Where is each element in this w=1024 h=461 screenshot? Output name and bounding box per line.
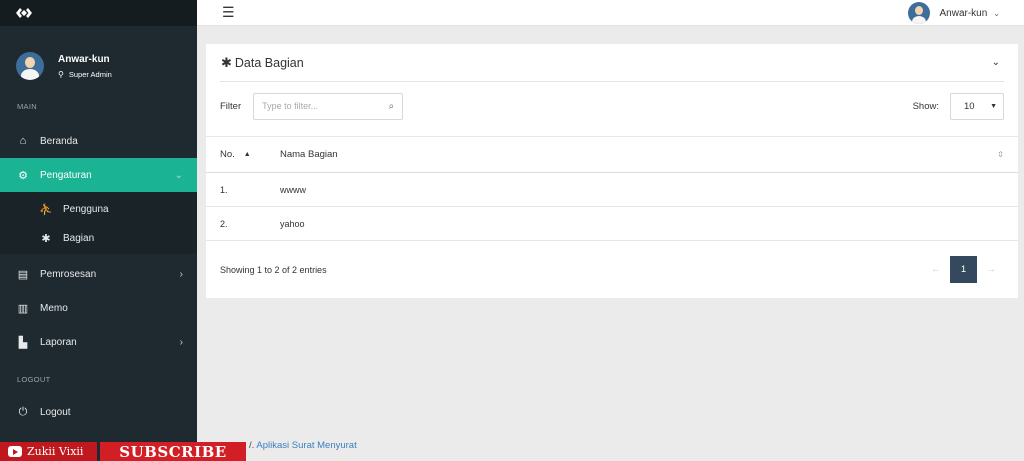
pagination-prev-icon[interactable]: ←: [931, 264, 941, 275]
table-row[interactable]: 2. yahoo: [206, 207, 1018, 241]
chevron-down-icon[interactable]: ⌄: [992, 57, 1000, 68]
sidebar-item-bagian[interactable]: ✱ Bagian: [0, 223, 197, 254]
cell-no: 2.: [220, 218, 228, 229]
sidebar-user-role: ⚲ Super Admin: [58, 70, 112, 79]
home-icon: ⌂: [19, 135, 27, 147]
cell-nama-bagian: yahoo: [280, 218, 305, 229]
play-icon: [8, 446, 22, 457]
channel-name: Zukii Vixii: [27, 445, 84, 458]
sidebar-item-label: Logout: [40, 406, 71, 418]
page-size-value: 10: [964, 100, 975, 112]
column-label: No.: [220, 149, 235, 160]
sidebar-item-label: Bagian: [63, 233, 95, 244]
column-header-no[interactable]: No. ▲: [220, 149, 280, 160]
chevron-down-icon: ⌄: [174, 169, 183, 181]
chevron-right-icon: ›: [179, 268, 183, 280]
page-title: Data Bagian: [234, 55, 304, 70]
map-pin-icon: ⚲: [58, 69, 64, 79]
column-header-nama-bagian[interactable]: Nama Bagian: [280, 149, 997, 160]
footer-app-link[interactable]: Aplikasi Surat Menyurat: [256, 440, 356, 451]
sitemap-icon: ✱: [221, 54, 232, 70]
sitemap-icon: ✱: [41, 233, 51, 245]
sidebar-item-memo[interactable]: ▥ Memo: [0, 291, 197, 325]
show-label: Show:: [912, 100, 939, 112]
subscribe-button[interactable]: SUBSCRIBE: [100, 442, 246, 461]
sidebar-item-pengaturan[interactable]: ⚙ Pengaturan ⌄: [0, 158, 197, 192]
caret-down-icon: ▼: [990, 102, 997, 110]
avatar: [908, 2, 931, 24]
entries-info: Showing 1 to 2 of 2 entries: [220, 264, 327, 275]
sidebar: Anwar-kun ⚲ Super Admin MAIN ⌂ Beranda ⚙…: [0, 0, 197, 461]
sidebar-item-label: Pengguna: [63, 204, 109, 215]
print-icon: ▙: [18, 336, 28, 349]
sidebar-user-card: Anwar-kun ⚲ Super Admin: [0, 26, 197, 90]
logo-icon: [16, 8, 32, 18]
hamburger-icon[interactable]: ☰: [222, 4, 235, 21]
footer-prefix: /.: [249, 440, 255, 451]
filter-field[interactable]: ⌕: [253, 92, 404, 120]
page-size-select[interactable]: 10 ▼: [950, 92, 1004, 120]
pagination-next-icon[interactable]: →: [986, 264, 996, 275]
column-label: Nama Bagian: [280, 149, 338, 160]
topbar: ☰ Anwar-kun ⌄: [197, 0, 1024, 26]
document-icon: ▥: [17, 302, 29, 315]
sort-icon[interactable]: ⇳: [997, 150, 1004, 159]
section-logout-label: LOGOUT: [17, 375, 51, 384]
sidebar-item-pemrosesan[interactable]: ▤ Pemrosesan ›: [0, 257, 197, 291]
power-icon: ⏻: [18, 405, 28, 418]
pagination-page-button[interactable]: 1: [950, 256, 977, 283]
chevron-right-icon: ›: [179, 336, 183, 348]
sort-asc-icon: ▲: [243, 151, 251, 158]
sidebar-item-label: Laporan: [40, 336, 77, 348]
sidebar-item-beranda[interactable]: ⌂ Beranda: [0, 124, 197, 158]
filter-input[interactable]: [262, 101, 389, 111]
table-header: No. ▲ Nama Bagian ⇳: [206, 137, 1018, 173]
user-menu-name: Anwar-kun: [939, 7, 988, 19]
sidebar-item-label: Pemrosesan: [40, 268, 97, 280]
user-role-label: Super Admin: [68, 69, 112, 79]
panel-header: ✱ Data Bagian ⌄: [220, 44, 1004, 82]
chevron-down-icon: ⌄: [993, 8, 1000, 18]
sidebar-item-pengguna[interactable]: ⛹ Pengguna: [0, 192, 197, 223]
table-row[interactable]: 1. wwww: [206, 173, 1018, 207]
user-menu[interactable]: Anwar-kun ⌄: [908, 0, 1000, 26]
video-overlay: Zukii Vixii SUBSCRIBE: [0, 442, 246, 461]
users-icon: ⛹: [39, 204, 53, 216]
app-logo[interactable]: [0, 0, 197, 26]
section-main-label: MAIN: [17, 102, 37, 111]
page-footer: /. Aplikasi Surat Menyurat: [249, 440, 357, 451]
cell-nama-bagian: wwww: [280, 184, 306, 195]
sidebar-item-label: Pengaturan: [40, 169, 92, 181]
channel-badge[interactable]: Zukii Vixii: [0, 442, 97, 461]
table-controls: Filter ⌕ Show: 10 ▼: [206, 82, 1018, 137]
search-icon: ⌕: [388, 100, 395, 112]
avatar[interactable]: [16, 52, 44, 80]
sidebar-submenu-pengaturan: ⛹ Pengguna ✱ Bagian: [0, 192, 197, 254]
data-panel: ✱ Data Bagian ⌄ Filter ⌕ Show: 10 ▼ No. …: [206, 44, 1018, 298]
filter-label: Filter: [220, 100, 242, 112]
sidebar-user-name: Anwar-kun: [58, 53, 110, 65]
gear-icon: ⚙: [18, 169, 28, 182]
sidebar-item-laporan[interactable]: ▙ Laporan ›: [0, 325, 197, 359]
sidebar-item-label: Beranda: [40, 135, 78, 147]
cell-no: 1.: [220, 184, 228, 195]
sidebar-item-logout[interactable]: ⏻ Logout: [0, 395, 197, 429]
sidebar-item-label: Memo: [40, 302, 68, 314]
table-footer: Showing 1 to 2 of 2 entries ← 1 →: [206, 241, 1018, 298]
file-icon: ▤: [17, 268, 29, 281]
